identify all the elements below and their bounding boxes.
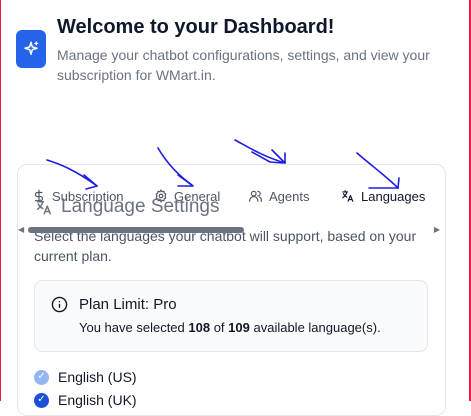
plan-text-middle: of bbox=[210, 320, 229, 335]
available-count: 109 bbox=[228, 320, 250, 335]
tab-agents-label: Agents bbox=[269, 188, 310, 204]
tab-languages-label: Languages bbox=[361, 188, 426, 204]
scroll-right-icon[interactable]: ▶ bbox=[434, 226, 440, 234]
tab-scrollbar[interactable]: ◀ ▶ bbox=[18, 226, 440, 234]
annotation-arrow bbox=[251, 151, 284, 164]
annotation-arrow bbox=[234, 139, 286, 164]
sparkles-icon bbox=[16, 30, 46, 68]
checkbox-checked[interactable]: ✓ bbox=[34, 369, 49, 385]
plan-limit-text: You have selected 108 of 109 available l… bbox=[79, 320, 381, 335]
plan-text-before: You have selected bbox=[79, 320, 189, 335]
translate-icon bbox=[342, 190, 354, 202]
plan-limit-title: Plan Limit: Pro bbox=[79, 296, 177, 313]
tab-agents[interactable]: Agents bbox=[248, 179, 309, 213]
scrollbar-thumb[interactable] bbox=[28, 227, 244, 233]
language-label: English (US) bbox=[58, 369, 137, 385]
users-icon bbox=[249, 190, 262, 202]
window-border-left bbox=[0, 0, 1, 401]
info-icon bbox=[51, 296, 68, 313]
language-option[interactable]: ✓ English (US) bbox=[34, 369, 137, 385]
language-option[interactable]: ✓ English (UK) bbox=[34, 392, 137, 408]
plan-limit-box: Plan Limit: Pro You have selected 108 of… bbox=[34, 280, 428, 352]
section-heading-text: Language Settings bbox=[61, 196, 220, 217]
plan-text-after: available language(s). bbox=[249, 320, 381, 335]
language-settings-heading: Language Settings bbox=[34, 196, 219, 218]
selected-count: 108 bbox=[188, 320, 211, 335]
page-title: Welcome to your Dashboard! bbox=[57, 16, 335, 38]
language-label: English (UK) bbox=[58, 392, 137, 408]
checkbox-checked[interactable]: ✓ bbox=[34, 392, 49, 408]
annotation-arrow bbox=[271, 149, 286, 164]
scroll-left-icon[interactable]: ◀ bbox=[18, 226, 24, 234]
page-subtitle: Manage your chatbot configurations, sett… bbox=[57, 47, 430, 83]
translate-icon bbox=[36, 199, 51, 215]
tab-languages[interactable]: Languages bbox=[330, 179, 436, 213]
